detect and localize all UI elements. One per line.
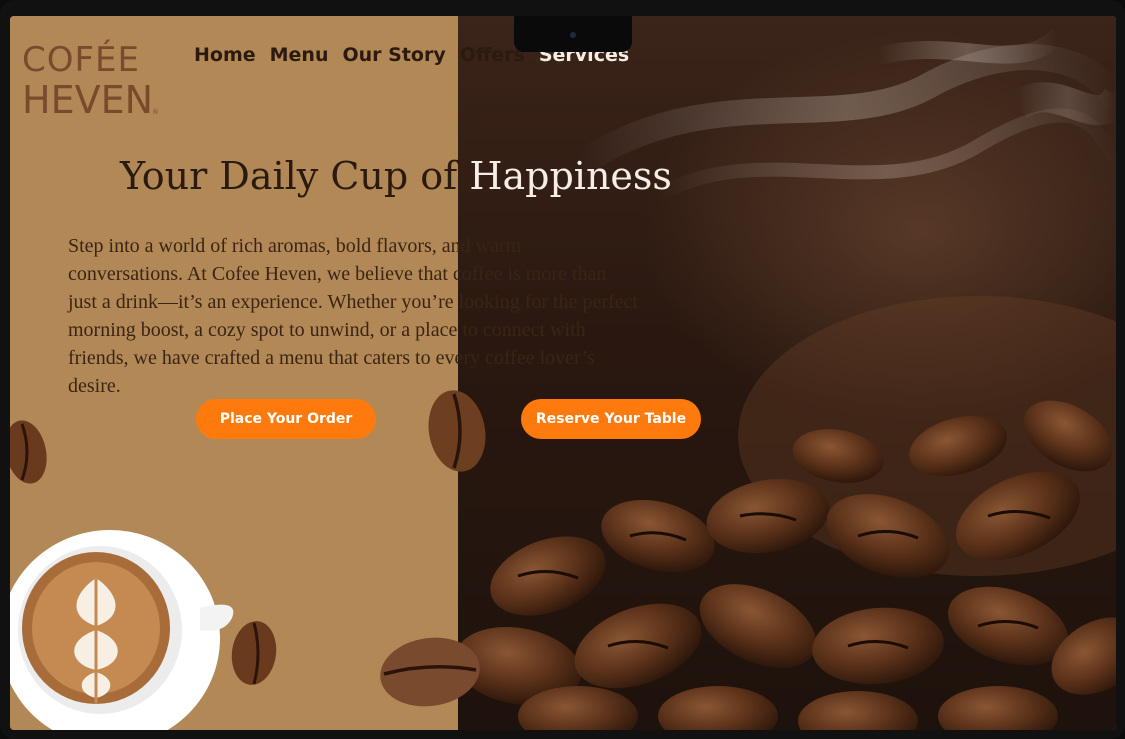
camera-icon xyxy=(570,32,576,38)
website-screen: COFÉE HEVEN ® Home Menu Our Story Offers… xyxy=(10,16,1116,730)
logo-line-1: COFÉE xyxy=(22,40,141,80)
brand-logo[interactable]: COFÉE HEVEN ® xyxy=(22,26,162,122)
reserve-table-button[interactable]: Reserve Your Table xyxy=(521,399,701,439)
nav-our-story[interactable]: Our Story xyxy=(343,44,446,66)
coffee-bean-icon xyxy=(380,637,480,707)
coffee-bean-icon xyxy=(428,390,486,472)
coffee-bean-icon xyxy=(231,621,277,685)
logo-line-2: HEVEN xyxy=(22,78,154,122)
hero-title-part-2: Happiness xyxy=(469,154,672,198)
hero-description: Step into a world of rich aromas, bold f… xyxy=(68,235,638,397)
hero-title-part-1: Your Daily Cup of xyxy=(120,154,470,198)
coffee-cup-latte-art xyxy=(10,530,234,730)
place-order-button[interactable]: Place Your Order xyxy=(196,399,376,439)
nav-menu[interactable]: Menu xyxy=(270,44,329,66)
hero-title: Your Daily Cup of Happiness xyxy=(120,154,720,198)
nav-home[interactable]: Home xyxy=(194,44,256,66)
camera-notch xyxy=(514,16,632,52)
laptop-frame: COFÉE HEVEN ® Home Menu Our Story Offers… xyxy=(0,0,1125,739)
registered-mark: ® xyxy=(152,108,159,116)
coffee-bean-icon xyxy=(10,420,47,484)
